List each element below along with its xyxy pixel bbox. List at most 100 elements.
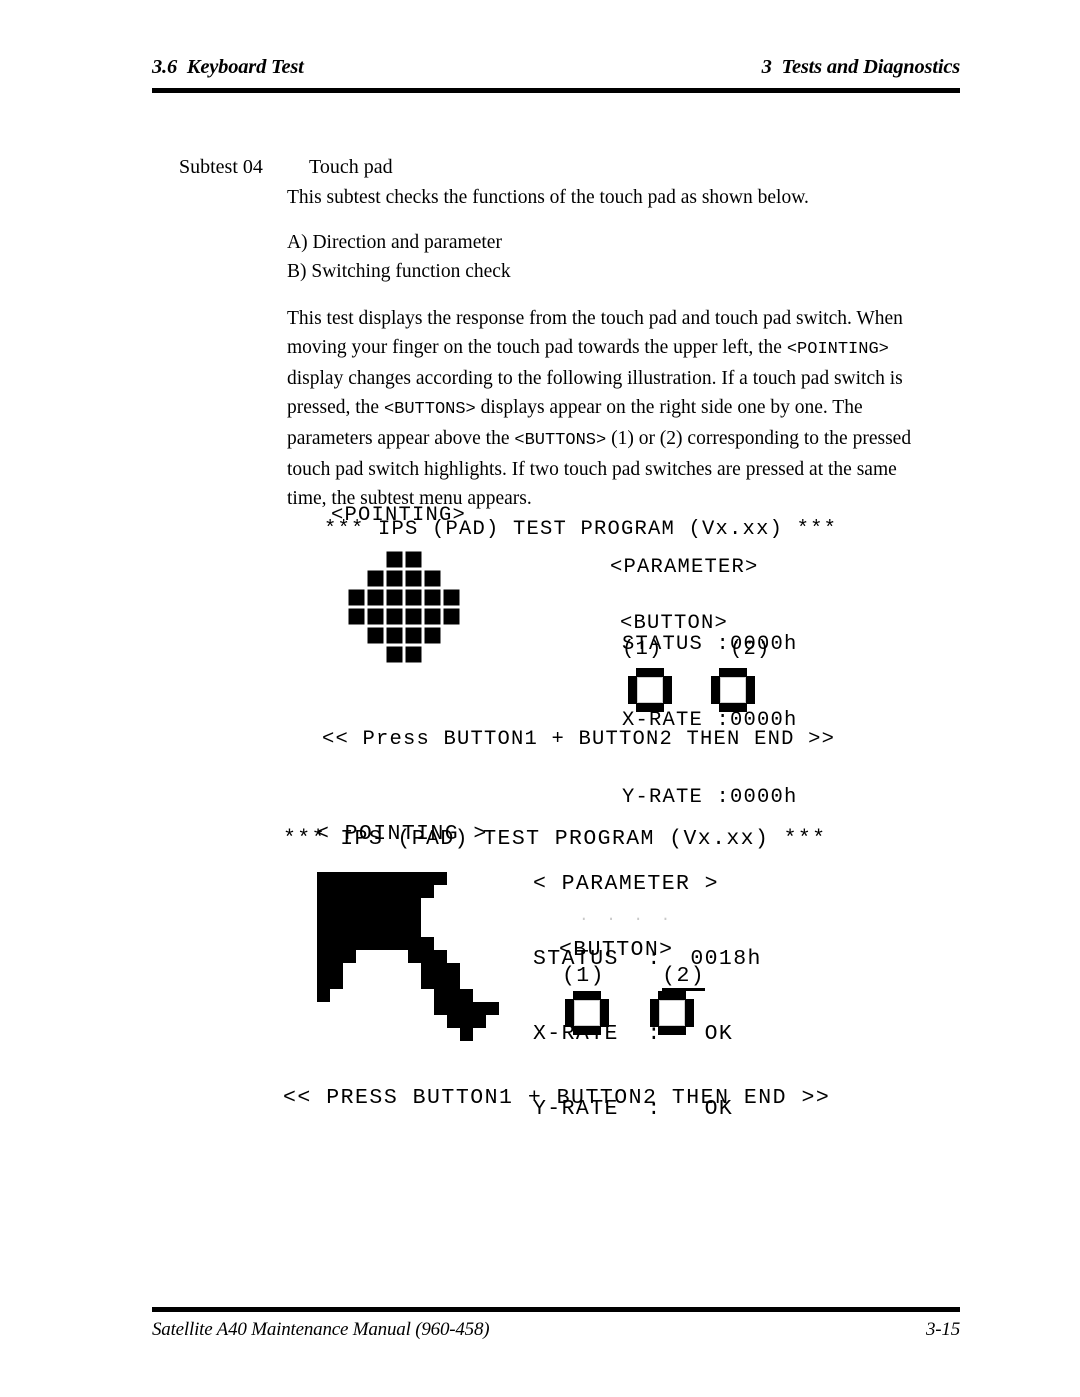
pixel-cell	[347, 550, 366, 569]
pixel-cell	[356, 885, 369, 898]
pixel-cell	[395, 976, 408, 989]
pixel-cell	[369, 937, 382, 950]
pixel-cell	[382, 937, 395, 950]
pixel-cell	[385, 607, 404, 626]
running-head-right: 3 Tests and Diagnostics	[761, 56, 961, 78]
pixel-cell	[382, 976, 395, 989]
pixel-cell	[369, 950, 382, 963]
pixel-cell	[395, 1015, 408, 1028]
pixel-cell	[343, 1002, 356, 1015]
pixel-cell	[343, 1028, 356, 1041]
pixel-cell	[395, 885, 408, 898]
pixel-cell	[486, 885, 499, 898]
pixel-cell	[356, 911, 369, 924]
pixel-cell	[395, 963, 408, 976]
pixel-cell	[356, 898, 369, 911]
screen1-footer-line: << Press BUTTON1 + BUTTON2 THEN END >>	[322, 728, 836, 751]
touchpad-button-2-icon[interactable]	[711, 668, 755, 712]
pixel-cell	[395, 898, 408, 911]
pixel-cell	[369, 872, 382, 885]
pixel-cell	[369, 1028, 382, 1041]
pixel-cell	[486, 924, 499, 937]
pixel-cell	[382, 963, 395, 976]
touchpad-button-1-icon-active[interactable]	[565, 991, 609, 1035]
pixel-cell	[421, 976, 434, 989]
pixel-cell	[447, 872, 460, 885]
pixel-cell	[369, 898, 382, 911]
pixel-cell	[343, 950, 356, 963]
pixel-cell	[317, 898, 330, 911]
pixel-cell	[486, 950, 499, 963]
pixel-cell	[356, 1002, 369, 1015]
pixel-cell	[460, 976, 473, 989]
pixel-cell	[447, 1028, 460, 1041]
pixel-cell	[395, 872, 408, 885]
pixel-cell	[486, 989, 499, 1002]
pixel-cell	[343, 976, 356, 989]
pixel-cell	[395, 950, 408, 963]
pixel-cell	[408, 885, 421, 898]
pixel-cell	[447, 963, 460, 976]
pixel-cell	[460, 950, 473, 963]
pixel-cell	[347, 626, 366, 645]
pixel-cell	[447, 885, 460, 898]
pixel-cell	[317, 989, 330, 1002]
option-list: A) Direction and parameter B) Switching …	[287, 228, 932, 286]
pixel-cell	[408, 1028, 421, 1041]
pixel-cell	[330, 1015, 343, 1028]
footer-manual-title: Satellite A40 Maintenance Manual (960-45…	[152, 1319, 490, 1340]
pixel-cell	[473, 989, 486, 1002]
pixel-cell	[408, 937, 421, 950]
pointing-token: <POINTING>	[786, 340, 889, 359]
pixel-cell	[421, 1002, 434, 1015]
pixel-cell	[369, 989, 382, 1002]
pixel-cell	[447, 976, 460, 989]
pixel-cell	[460, 1015, 473, 1028]
pixel-cell	[369, 976, 382, 989]
pixel-cell	[421, 950, 434, 963]
pixel-cell	[330, 1002, 343, 1015]
pixel-cell	[343, 872, 356, 885]
pixel-cell	[408, 976, 421, 989]
touchpad-button-2-icon-active[interactable]	[650, 991, 694, 1035]
pixel-cell	[408, 898, 421, 911]
screen2-parameter-label: < PARAMETER >	[533, 872, 719, 896]
screen2-footer-line: << PRESS BUTTON1 + BUTTON2 THEN END >>	[283, 1086, 831, 1110]
pixel-cell	[423, 569, 442, 588]
pixel-cell	[434, 963, 447, 976]
pixel-cell	[408, 911, 421, 924]
pixel-cell	[330, 976, 343, 989]
pixel-cell	[473, 1028, 486, 1041]
pixel-cell	[343, 911, 356, 924]
pixel-cell	[317, 1002, 330, 1015]
buttons-token-1: <BUTTONS>	[383, 400, 476, 419]
pixel-cell	[382, 872, 395, 885]
pixel-cell	[423, 588, 442, 607]
pixel-cell	[395, 1028, 408, 1041]
pixel-cell	[442, 626, 461, 645]
pixel-cell	[434, 924, 447, 937]
pixel-cell	[434, 898, 447, 911]
touchpad-button-1-icon[interactable]	[628, 668, 672, 712]
pixel-cell	[460, 963, 473, 976]
pixel-cell	[421, 963, 434, 976]
pixel-cell	[395, 1002, 408, 1015]
pixel-cell	[434, 937, 447, 950]
pixel-cell	[330, 950, 343, 963]
pixel-cell	[408, 950, 421, 963]
pixel-cell	[447, 950, 460, 963]
pixel-cell	[434, 885, 447, 898]
pixel-cell	[369, 924, 382, 937]
option-a: A) Direction and parameter	[287, 232, 502, 253]
pixel-cell	[404, 569, 423, 588]
page-footer: Satellite A40 Maintenance Manual (960-45…	[152, 1319, 960, 1341]
pixel-cell	[382, 898, 395, 911]
pixel-cell	[343, 898, 356, 911]
pixel-cell	[447, 924, 460, 937]
pixel-cell	[369, 1002, 382, 1015]
pixel-cell	[486, 963, 499, 976]
pixel-cell	[423, 645, 442, 664]
screen1-parameter-label: <PARAMETER>	[610, 556, 759, 579]
pixel-cell	[395, 989, 408, 1002]
pixel-cell	[369, 963, 382, 976]
